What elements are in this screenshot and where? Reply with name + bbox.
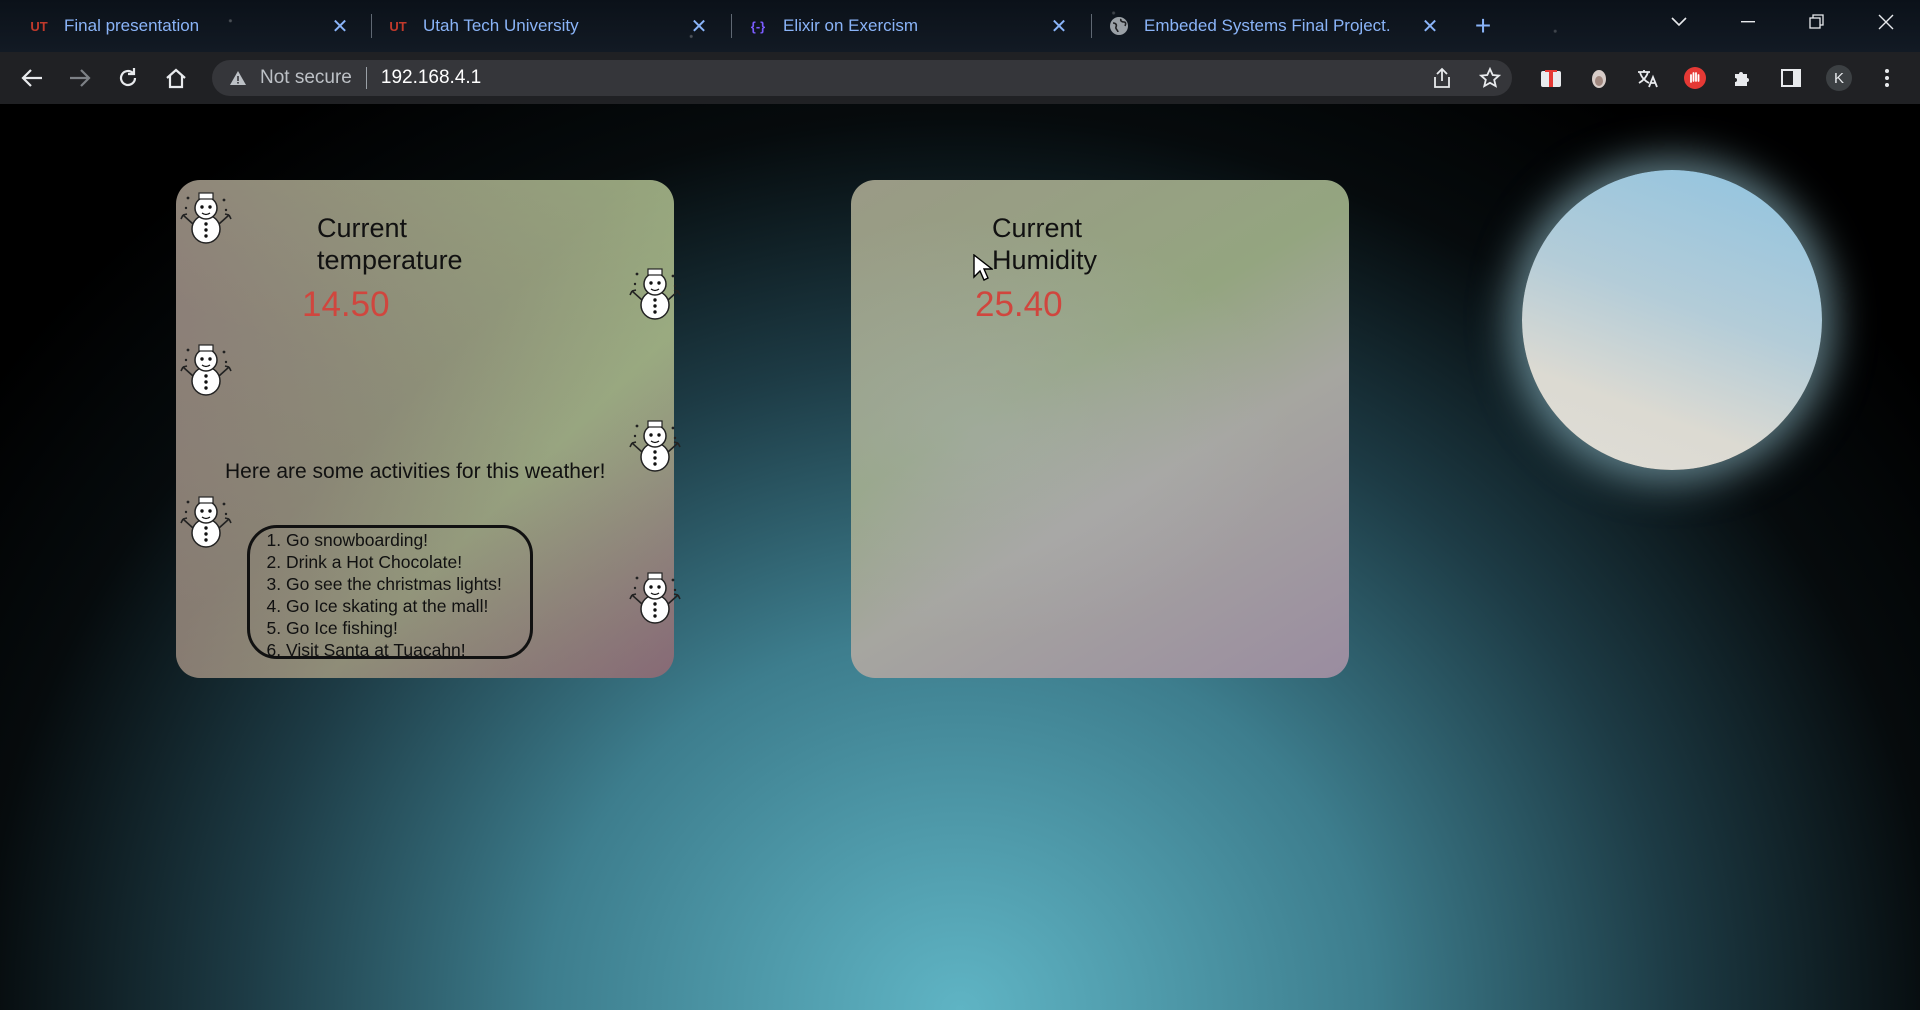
browser-toolbar: Not secure 192.168.4.1 K [0,52,1920,104]
share-icon[interactable] [1428,64,1456,92]
side-panel-icon[interactable] [1773,60,1809,96]
snowman-icon [629,418,681,474]
home-button[interactable] [158,60,194,96]
humidity-value: 25.40 [975,285,1063,324]
tab-title: Embeded Systems Final Project. [1144,16,1391,35]
exercism-favicon-icon: {-} [750,18,766,34]
globe-icon [1108,15,1130,37]
tab-title: Elixir on Exercism [783,16,919,35]
mouse-cursor-icon [973,254,993,281]
tab-utah-tech[interactable]: UT Utah Tech University ✕ [373,6,725,46]
tab-search-button[interactable] [1659,6,1699,38]
list-item: Visit Santa at Tuacahn! [286,639,530,661]
extension-gift-icon[interactable] [1533,60,1569,96]
tab-final-presentation[interactable]: UT Final presentation ✕ [14,6,366,46]
list-item: Go snowboarding! [286,529,530,551]
reload-button[interactable] [110,60,146,96]
tab-separator [1091,14,1092,38]
page-viewport: Current temperature 14.50 Here are some … [0,104,1920,1010]
tab-elixir-exercism[interactable]: {-} Elixir on Exercism ✕ [733,6,1085,46]
tab-title: Utah Tech University [423,16,579,35]
close-tab-icon[interactable]: ✕ [328,14,352,38]
close-tab-icon[interactable]: ✕ [1418,14,1442,38]
humidity-card: Current Humidity 25.40 [851,180,1349,678]
snowman-icon [629,570,681,626]
list-item: Go Ice fishing! [286,617,530,639]
omnibox-divider [365,67,367,89]
tab-embedded-systems[interactable]: Embeded Systems Final Project. ✕ [1094,6,1456,46]
list-item: Go Ice skating at the mall! [286,595,530,617]
new-tab-button[interactable]: + [1467,10,1499,42]
tab-separator [731,14,732,38]
profile-button[interactable]: K [1821,60,1857,96]
humidity-heading: Current Humidity [992,213,1098,275]
bookmark-star-icon[interactable] [1476,64,1504,92]
security-status-label[interactable]: Not secure [260,67,352,89]
snowman-icon [629,266,681,322]
tab-title: Final presentation [64,16,200,35]
list-item: Drink a Hot Chocolate! [286,551,530,573]
browser-menu-icon[interactable] [1869,60,1905,96]
close-tab-icon[interactable]: ✕ [1047,14,1071,38]
back-button[interactable] [14,60,50,96]
close-tab-icon[interactable]: ✕ [687,14,711,38]
forward-button[interactable] [62,60,98,96]
activities-heading: Here are some activities for this weathe… [225,460,606,483]
tab-separator [371,14,372,38]
snowman-icon [180,190,232,246]
tab-strip: UT Final presentation ✕ UT Utah Tech Uni… [0,0,1920,52]
temperature-heading: Current temperature [317,213,463,275]
snowman-icon [180,342,232,398]
close-window-button[interactable] [1866,6,1906,38]
utah-tech-favicon-icon: UT [389,18,407,34]
extension-egg-icon[interactable] [1581,60,1617,96]
url-text[interactable]: 192.168.4.1 [381,67,481,89]
utah-tech-favicon-icon: UT [30,18,48,34]
activity-list: Go snowboarding! Drink a Hot Chocolate! … [247,525,533,661]
extension-translate-icon[interactable] [1629,60,1665,96]
temperature-card: Current temperature 14.50 Here are some … [176,180,674,678]
moon-graphic [1522,170,1822,470]
avatar: K [1826,65,1852,91]
address-bar[interactable]: Not secure 192.168.4.1 [212,60,1512,96]
warning-icon[interactable] [228,70,248,86]
minimize-button[interactable] [1728,6,1768,38]
restore-button[interactable] [1797,6,1837,38]
list-item: Go see the christmas lights! [286,573,530,595]
temperature-value: 14.50 [302,285,390,324]
snowman-icon [180,494,232,550]
extensions-puzzle-icon[interactable] [1725,60,1761,96]
extension-hand-icon[interactable] [1677,60,1713,96]
